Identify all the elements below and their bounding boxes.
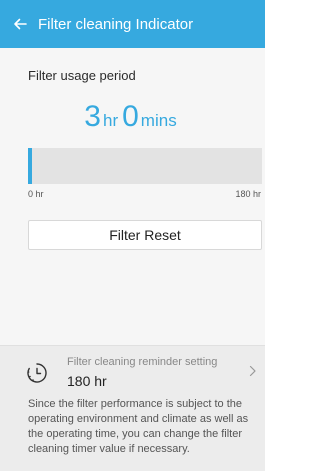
usage-hours-value: 3 (84, 100, 101, 133)
filter-reset-button[interactable]: Filter Reset (28, 220, 262, 250)
app-header: Filter cleaning Indicator (0, 0, 265, 48)
usage-time-display: 3 hr 0 mins (0, 100, 265, 134)
reminder-setting-value: 180 hr (67, 373, 107, 389)
chevron-right-icon (249, 365, 256, 377)
timer-icon (27, 363, 47, 383)
usage-progress-bar (28, 148, 262, 184)
usage-minutes-value: 0 (122, 100, 139, 133)
filter-cleaning-screen: Filter cleaning Indicator Filter usage p… (0, 0, 265, 471)
usage-progress-fill (28, 148, 32, 184)
scale-min-label: 0 hr (28, 189, 44, 199)
usage-section: Filter usage period 3 hr 0 mins 0 hr 180 hr… (0, 48, 265, 345)
back-button[interactable] (10, 14, 30, 34)
arrow-left-icon (14, 18, 27, 30)
usage-hours-unit: hr (102, 111, 119, 130)
usage-section-title: Filter usage period (28, 68, 136, 83)
usage-minutes-unit: mins (140, 111, 177, 130)
page-title: Filter cleaning Indicator (38, 15, 194, 33)
scale-max-label: 180 hr (235, 189, 261, 199)
filter-description-text: Since the filter performance is subject … (0, 395, 265, 471)
reminder-setting-label: Filter cleaning reminder setting (67, 356, 218, 368)
reminder-setting-row[interactable]: Filter cleaning reminder setting 180 hr (0, 345, 265, 395)
